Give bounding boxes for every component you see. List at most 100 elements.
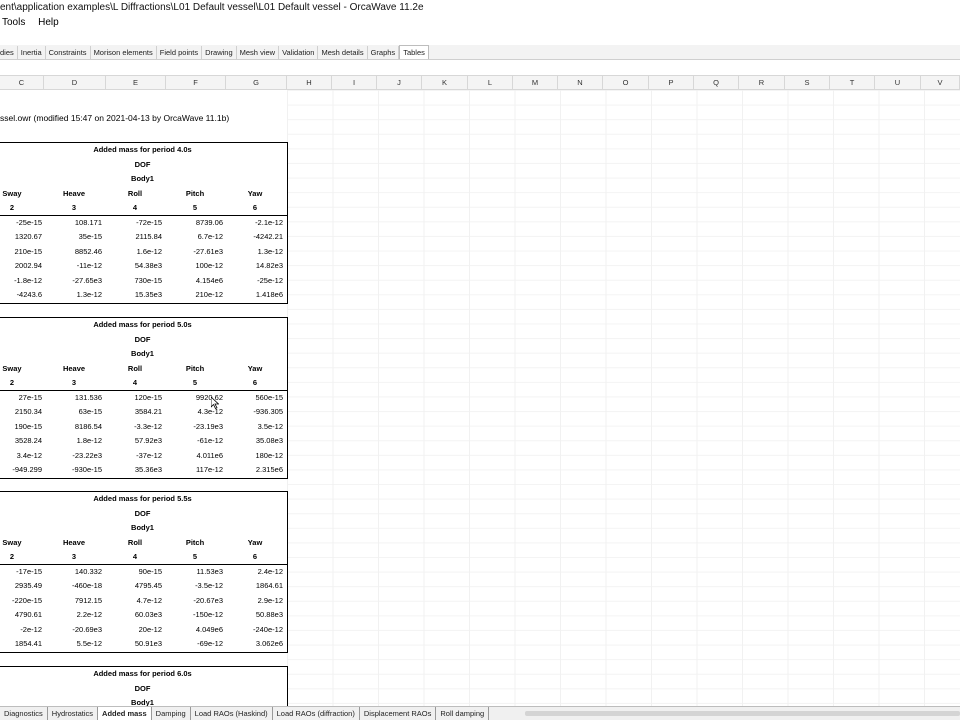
tab-morison-elements[interactable]: Morison elements — [91, 46, 157, 59]
sheet-tab-hydrostatics[interactable]: Hydrostatics — [48, 707, 99, 720]
table-cell[interactable]: 2.9e-12 — [225, 594, 283, 609]
tab-field-points[interactable]: Field points — [157, 46, 203, 59]
table-cell[interactable]: -240e-12 — [225, 623, 283, 638]
column-header-k[interactable]: K — [422, 76, 468, 89]
table-cell[interactable]: 8852.46 — [43, 245, 102, 260]
table-cell[interactable]: 3.4e-12 — [0, 449, 42, 464]
column-header-r[interactable]: R — [739, 76, 785, 89]
table-cell[interactable]: 3528.24 — [0, 434, 42, 449]
table-cell[interactable]: 2.2e-12 — [43, 608, 102, 623]
table-cell[interactable]: 1.6e-12 — [105, 245, 162, 260]
table-cell[interactable]: -930e-15 — [43, 463, 102, 478]
column-header-o[interactable]: O — [603, 76, 649, 89]
table-cell[interactable]: -69e-12 — [165, 637, 223, 652]
table-cell[interactable]: 210e-15 — [0, 245, 42, 260]
sheet-tab-load-raos-haskind[interactable]: Load RAOs (Haskind) — [191, 707, 273, 720]
table-cell[interactable]: -17e-15 — [0, 565, 42, 580]
column-header-c[interactable]: C — [0, 76, 44, 89]
table-cell[interactable]: 190e-15 — [0, 420, 42, 435]
table-cell[interactable]: 2.315e6 — [225, 463, 283, 478]
table-cell[interactable]: 3584.21 — [105, 405, 162, 420]
table-cell[interactable]: 2150.34 — [0, 405, 42, 420]
table-cell[interactable]: 4.049e6 — [165, 623, 223, 638]
tab-tables[interactable]: Tables — [399, 45, 429, 59]
column-header-p[interactable]: P — [649, 76, 694, 89]
table-cell[interactable]: 2002.94 — [0, 259, 42, 274]
table-cell[interactable]: -3.3e-12 — [105, 420, 162, 435]
tab-constraints[interactable]: Constraints — [46, 46, 91, 59]
column-header-e[interactable]: E — [106, 76, 166, 89]
table-cell[interactable]: -23.22e3 — [43, 449, 102, 464]
table-cell[interactable]: 2115.84 — [105, 230, 162, 245]
table-cell[interactable]: 1.3e-12 — [225, 245, 283, 260]
table-cell[interactable]: -25e-12 — [225, 274, 283, 289]
table-cell[interactable]: 63e-15 — [43, 405, 102, 420]
table-cell[interactable]: 117e-12 — [165, 463, 223, 478]
table-cell[interactable]: -150e-12 — [165, 608, 223, 623]
table-cell[interactable]: 1854.41 — [0, 637, 42, 652]
table-cell[interactable]: 120e-15 — [105, 391, 162, 406]
table-cell[interactable]: 210e-12 — [165, 288, 223, 303]
table-cell[interactable]: 2.4e-12 — [225, 565, 283, 580]
table-cell[interactable]: -1.8e-12 — [0, 274, 42, 289]
table-cell[interactable]: -220e-15 — [0, 594, 42, 609]
table-cell[interactable]: -4242.21 — [225, 230, 283, 245]
table-cell[interactable]: 4.011e6 — [165, 449, 223, 464]
table-cell[interactable]: 180e-12 — [225, 449, 283, 464]
table-cell[interactable]: -2e-12 — [0, 623, 42, 638]
table-cell[interactable]: 1864.61 — [225, 579, 283, 594]
column-header-q[interactable]: Q — [694, 76, 739, 89]
column-header-s[interactable]: S — [785, 76, 830, 89]
column-header-j[interactable]: J — [377, 76, 422, 89]
table-cell[interactable]: 4.154e6 — [165, 274, 223, 289]
table-cell[interactable]: 108.171 — [43, 216, 102, 231]
table-cell[interactable]: 4795.45 — [105, 579, 162, 594]
table-cell[interactable]: 2935.49 — [0, 579, 42, 594]
table-cell[interactable]: 4.7e-12 — [105, 594, 162, 609]
table-cell[interactable]: -11e-12 — [43, 259, 102, 274]
table-cell[interactable]: 35.36e3 — [105, 463, 162, 478]
column-header-v[interactable]: V — [921, 76, 960, 89]
menu-tools[interactable]: Tools — [2, 16, 25, 30]
table-cell[interactable]: 140.332 — [43, 565, 102, 580]
table-cell[interactable]: -460e-18 — [43, 579, 102, 594]
table-cell[interactable]: -27.61e3 — [165, 245, 223, 260]
column-header-g[interactable]: G — [226, 76, 287, 89]
table-cell[interactable]: -61e-12 — [165, 434, 223, 449]
table-cell[interactable]: -37e-12 — [105, 449, 162, 464]
table-cell[interactable]: 50.91e3 — [105, 637, 162, 652]
table-cell[interactable]: -936.305 — [225, 405, 283, 420]
table-cell[interactable]: 100e-12 — [165, 259, 223, 274]
tab-validation[interactable]: Validation — [279, 46, 319, 59]
table-cell[interactable]: 35.08e3 — [225, 434, 283, 449]
table-cell[interactable]: 8739.06 — [165, 216, 223, 231]
table-cell[interactable]: 14.82e3 — [225, 259, 283, 274]
table-cell[interactable]: 730e-15 — [105, 274, 162, 289]
tab-bodies[interactable]: dies — [0, 46, 18, 59]
sheet-tab-displacement-raos[interactable]: Displacement RAOs — [360, 707, 437, 720]
column-header-h[interactable]: H — [287, 76, 332, 89]
sheet-tab-damping[interactable]: Damping — [152, 707, 191, 720]
table-cell[interactable]: 5.5e-12 — [43, 637, 102, 652]
sheet-tab-load-raos-diffraction[interactable]: Load RAOs (diffraction) — [273, 707, 360, 720]
table-cell[interactable]: 560e-15 — [225, 391, 283, 406]
table-cell[interactable]: 131.536 — [43, 391, 102, 406]
table-cell[interactable]: 50.88e3 — [225, 608, 283, 623]
tab-drawing[interactable]: Drawing — [202, 46, 237, 59]
table-cell[interactable]: 3.062e6 — [225, 637, 283, 652]
table-cell[interactable]: 1.418e6 — [225, 288, 283, 303]
table-cell[interactable]: -949.299 — [0, 463, 42, 478]
menu-help[interactable]: Help — [38, 16, 59, 30]
table-cell[interactable]: 1320.67 — [0, 230, 42, 245]
table-cell[interactable]: 57.92e3 — [105, 434, 162, 449]
table-cell[interactable]: 15.35e3 — [105, 288, 162, 303]
table-cell[interactable]: 54.38e3 — [105, 259, 162, 274]
tab-inertia[interactable]: Inertia — [18, 46, 46, 59]
table-cell[interactable]: 7912.15 — [43, 594, 102, 609]
tab-graphs[interactable]: Graphs — [368, 46, 400, 59]
table-cell[interactable]: -25e-15 — [0, 216, 42, 231]
table-cell[interactable]: 11.53e3 — [165, 565, 223, 580]
table-cell[interactable]: 35e-15 — [43, 230, 102, 245]
table-cell[interactable]: -27.65e3 — [43, 274, 102, 289]
sheet-tab-roll-damping[interactable]: Roll damping — [436, 707, 490, 720]
